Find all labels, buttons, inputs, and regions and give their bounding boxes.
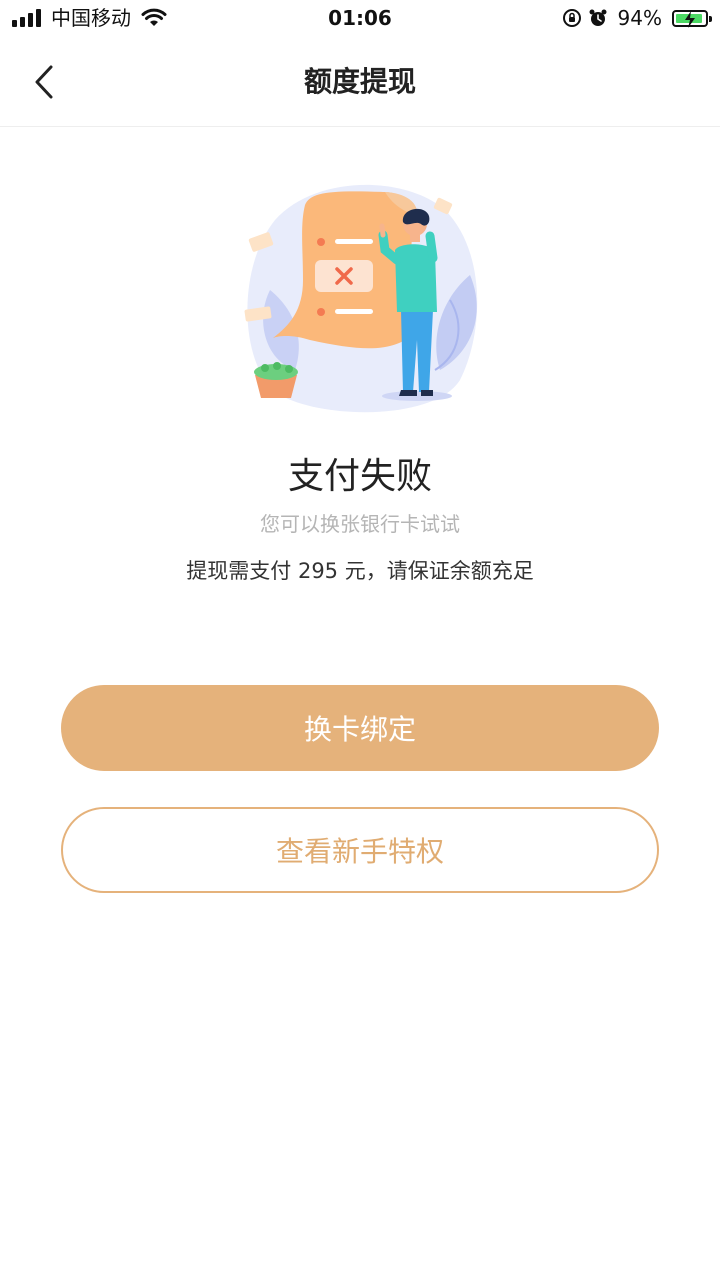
page-title: 额度提现 (303, 65, 416, 98)
alarm-icon (589, 9, 607, 26)
view-newbie-privileges-button[interactable]: 查看新手特权 (61, 807, 659, 893)
result-message: 提现需支付 295 元，请保证余额充足 (186, 559, 534, 583)
result-subtitle: 您可以换张银行卡试试 (260, 512, 460, 536)
change-card-button-label: 换卡绑定 (303, 713, 416, 746)
battery-charging-icon (672, 9, 712, 28)
orientation-lock-icon (562, 9, 581, 27)
nav-bar: 额度提现 (0, 38, 720, 127)
status-bar: 中国移动 01:06 94% (0, 0, 720, 38)
battery-percent: 94% (617, 6, 662, 30)
payment-failed-illustration (244, 184, 478, 413)
view-newbie-privileges-button-label: 查看新手特权 (275, 835, 444, 868)
status-right: 94% (562, 5, 712, 31)
result-title: 支付失败 (287, 456, 432, 497)
change-card-button[interactable]: 换卡绑定 (61, 685, 659, 771)
